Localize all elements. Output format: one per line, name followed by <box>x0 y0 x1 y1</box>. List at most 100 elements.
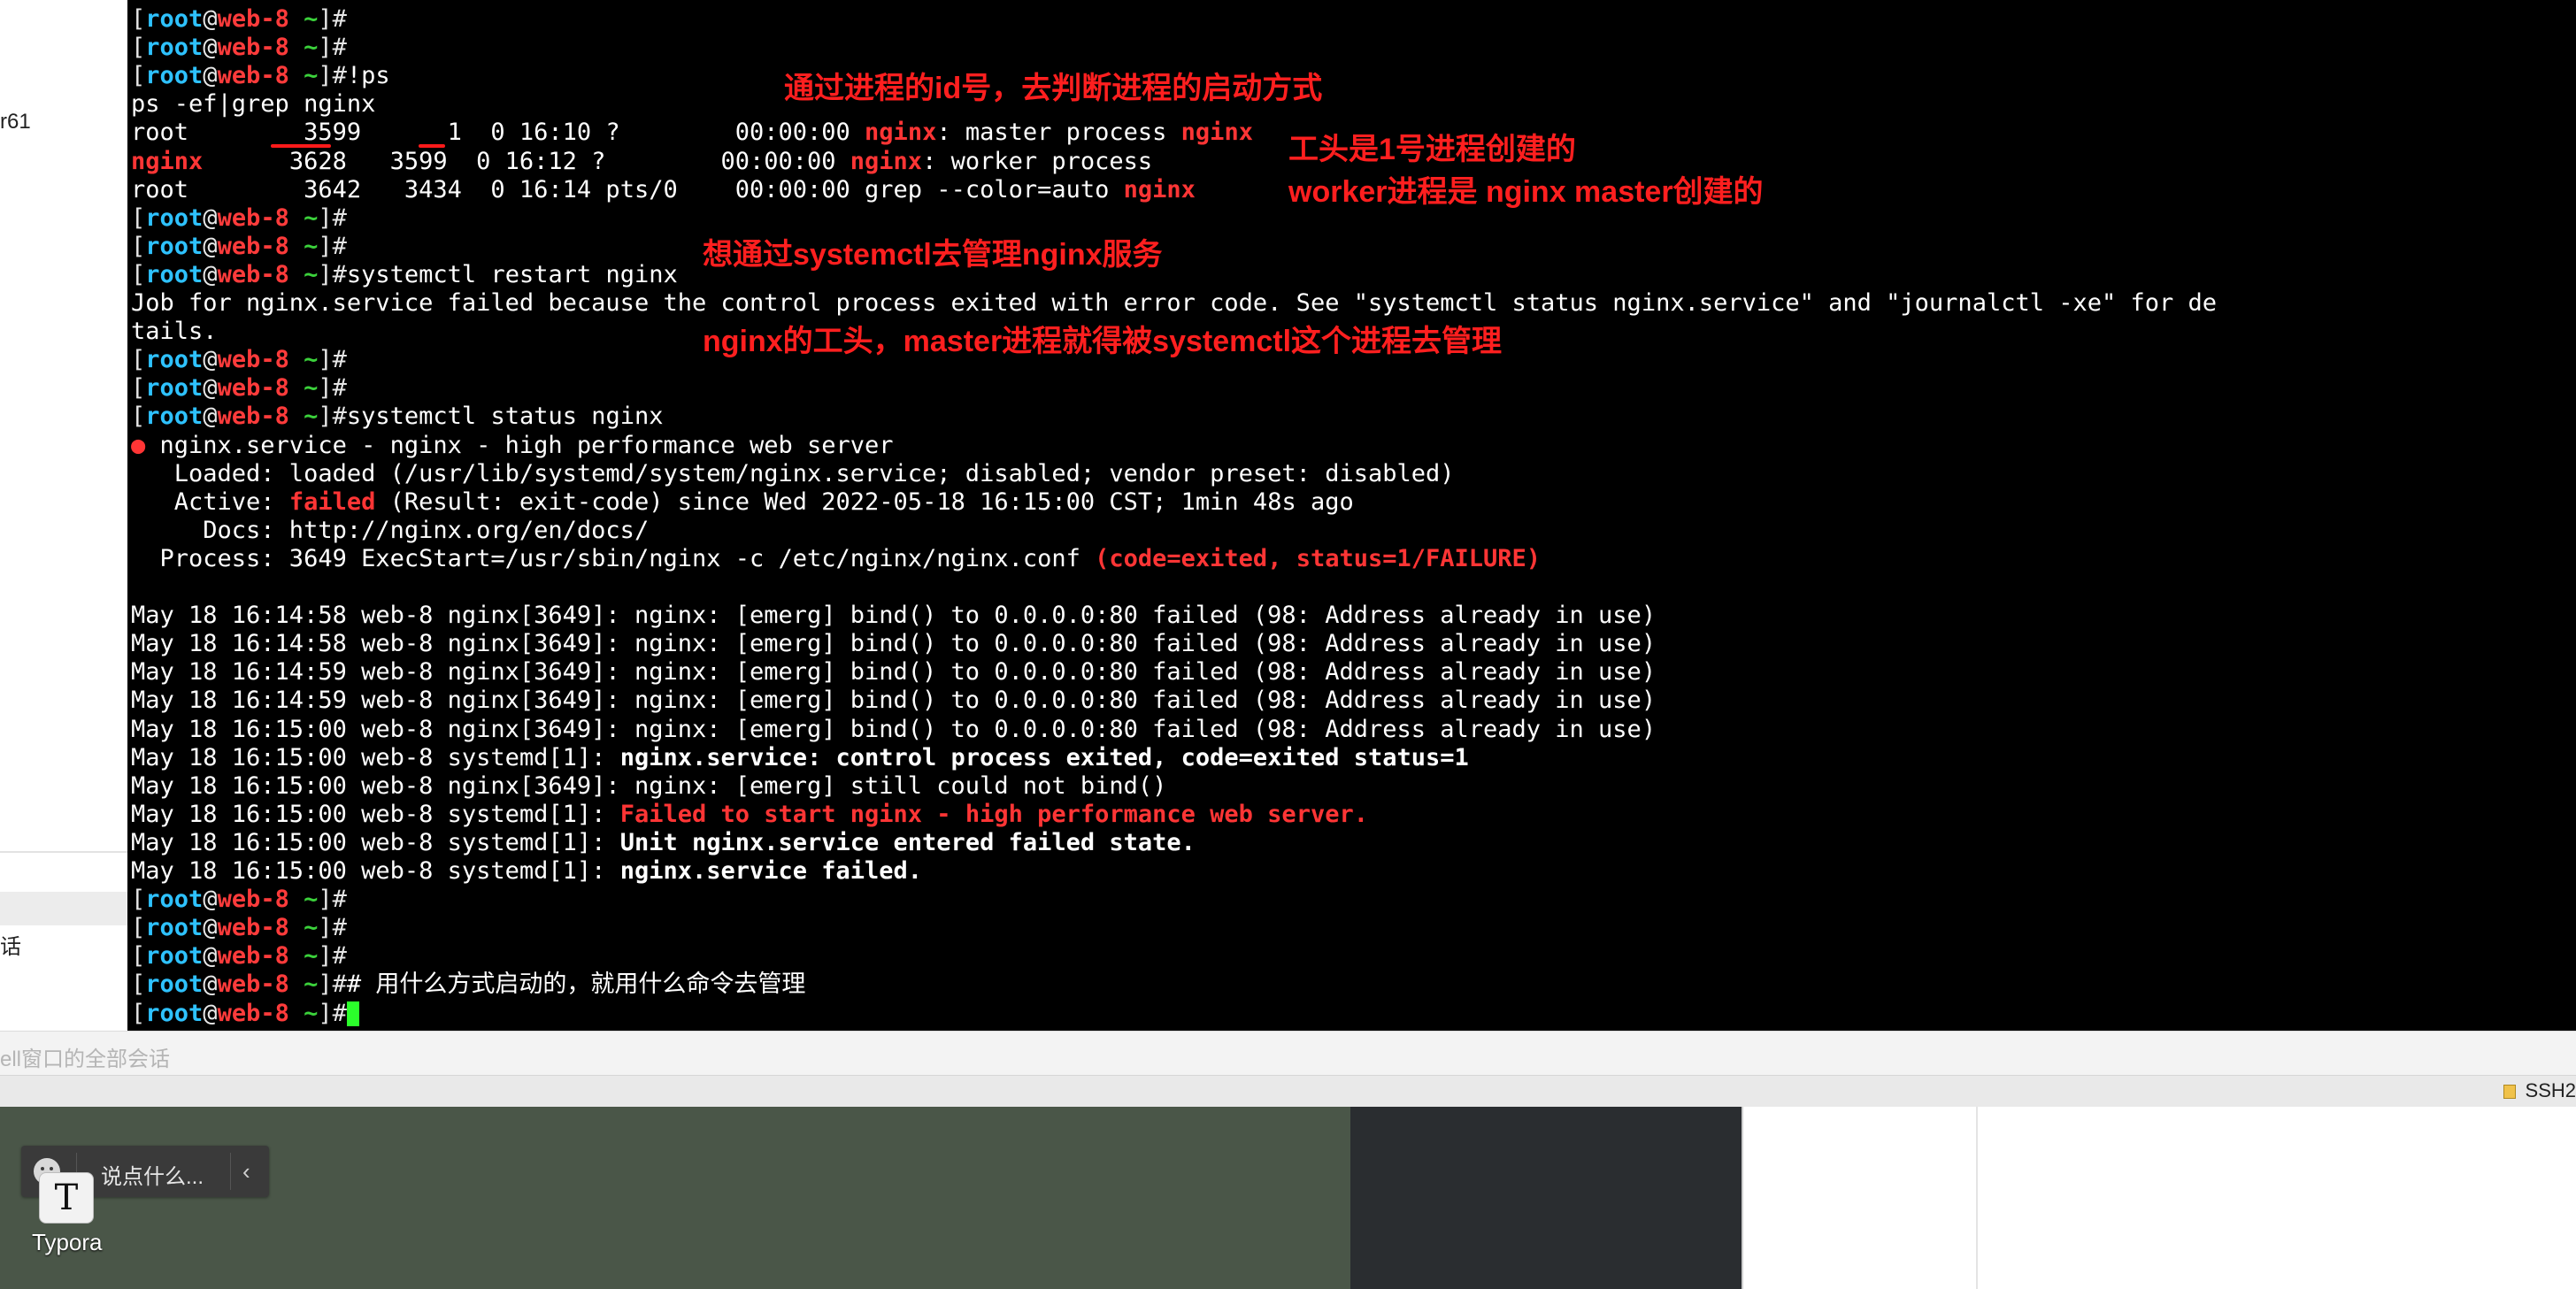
prompt-end: ]# <box>318 886 347 914</box>
prompt-line: [root@web-8 ~]# <box>131 914 347 942</box>
status-docs: Docs: http://nginx.org/en/docs/ <box>131 516 650 544</box>
terminal-cursor <box>346 1001 359 1026</box>
prompt-tilde: ~ <box>304 999 319 1027</box>
prompt-tilde: ~ <box>304 374 319 403</box>
status-loaded: Loaded: loaded (/usr/lib/systemd/system/… <box>131 459 1455 487</box>
sidebar-header-band <box>0 892 127 925</box>
prompt-host: web-8 <box>217 942 289 971</box>
prompt-tilde: ~ <box>304 34 319 62</box>
ps-output-row: nginx 3628 3599 0 16:12 ? 00:00:00 nginx… <box>131 148 1152 176</box>
journal-log-line: May 18 16:15:00 web-8 systemd[1]: nginx.… <box>131 744 1469 772</box>
prompt-end: ]# <box>318 203 347 232</box>
prompt-at: @ <box>203 62 218 90</box>
prompt-tilde: ~ <box>304 232 319 260</box>
log-highlight: nginx.service: control process exited, c… <box>619 743 1469 771</box>
prompt-line: [root@web-8 ~]# <box>131 942 347 971</box>
ps-output-row: root 3599 1 0 16:10 ? 00:00:00 nginx: ma… <box>131 119 1253 147</box>
prompt-end: ]# <box>318 374 347 403</box>
ps-cmd-match: nginx <box>1180 119 1253 147</box>
job-failed-text: tails. <box>131 318 218 346</box>
log-text: May 18 16:15:00 web-8 systemd[1]: <box>131 743 620 771</box>
sidebar-item-r61[interactable]: r61 <box>0 110 31 134</box>
prompt-bracket: [ <box>131 346 146 374</box>
prompt-end: ]# <box>318 914 347 942</box>
prompt-line: [root@web-8 ~]#systemctl status nginx <box>131 403 664 431</box>
prompt-bracket: [ <box>131 62 146 90</box>
underline-ppid-1 <box>419 144 445 148</box>
prompt-host: web-8 <box>217 5 289 33</box>
status-process: Process: 3649 ExecStart=/usr/sbin/nginx … <box>131 544 1096 572</box>
log-text: May 18 16:15:00 web-8 systemd[1]: <box>131 857 620 885</box>
prompt-tilde: ~ <box>304 5 319 33</box>
desktop-white-panel <box>1742 1107 1978 1289</box>
prompt-end: ]# <box>318 971 347 999</box>
log-text: May 18 16:14:59 web-8 nginx[3649]: nginx… <box>131 658 1657 687</box>
lock-icon <box>2503 1085 2516 1099</box>
ps-user: nginx <box>131 147 204 175</box>
prompt-tilde: ~ <box>304 403 319 431</box>
prompt-line: [root@web-8 ~]# <box>131 5 347 34</box>
prompt-end: ]# <box>318 34 347 62</box>
ps-cmd-name: nginx <box>850 147 923 175</box>
prompt-tilde: ~ <box>304 260 319 288</box>
status-bar: SSH2 <box>0 1075 2576 1108</box>
status-process-line: Process: 3649 ExecStart=/usr/sbin/nginx … <box>131 544 1542 573</box>
prompt-end: ]# <box>318 999 347 1027</box>
prompt-line: [root@web-8 ~]# <box>131 204 347 233</box>
log-text: May 18 16:15:00 web-8 nginx[3649]: nginx… <box>131 771 1167 800</box>
log-text: May 18 16:14:58 web-8 nginx[3649]: nginx… <box>131 602 1657 630</box>
log-text: May 18 16:15:00 web-8 systemd[1]: <box>131 800 620 828</box>
prompt-bracket: [ <box>131 5 146 33</box>
prompt-user: root <box>145 260 204 288</box>
ps-cmd-match: nginx <box>1123 175 1196 203</box>
command-text: !ps <box>346 62 390 90</box>
chevron-left-icon[interactable]: ‹ <box>242 1158 250 1185</box>
prompt-host: web-8 <box>217 914 289 942</box>
prompt-at: @ <box>203 999 218 1027</box>
send-to-all-sessions-bar[interactable]: ell窗口的全部会话 <box>0 1031 2576 1076</box>
journal-log-line: May 18 16:15:00 web-8 nginx[3649]: nginx… <box>131 716 1656 744</box>
prompt-at: @ <box>203 346 218 374</box>
status-dot-icon: ● <box>131 431 146 459</box>
error-line: tails. <box>131 318 218 346</box>
sidebar-item-hua[interactable]: 话 <box>0 929 21 960</box>
sidebar-divider <box>0 851 127 853</box>
typora-app-icon[interactable]: T <box>39 1172 94 1224</box>
annotation-systemctl-manage: 想通过systemctl去管理nginx服务 <box>703 238 1163 272</box>
log-highlight: Failed to start nginx - high performance… <box>619 800 1368 828</box>
prompt-host: web-8 <box>217 999 289 1027</box>
prompt-user: root <box>145 999 204 1027</box>
status-loaded-line: Loaded: loaded (/usr/lib/systemd/system/… <box>131 460 1455 488</box>
prompt-end: ]# <box>318 403 347 431</box>
job-failed-text: Job for nginx.service failed because the… <box>131 289 2218 317</box>
desktop-wallpaper <box>0 1107 1350 1289</box>
prompt-host: web-8 <box>217 374 289 403</box>
ps-cmd-desc: : master process <box>936 119 1181 147</box>
prompt-at: @ <box>203 203 218 232</box>
chat-input-placeholder[interactable]: 说点什么... <box>101 1159 204 1190</box>
command-text: # 用什么方式启动的，就用什么命令去管理 <box>346 971 806 999</box>
prompt-host: web-8 <box>217 62 289 90</box>
typora-app-label[interactable]: Typora <box>32 1229 103 1256</box>
prompt-line: [root@web-8 ~]# <box>131 374 347 403</box>
prompt-at: @ <box>203 942 218 971</box>
prompt-tilde: ~ <box>304 914 319 942</box>
status-process-code: (code=exited, status=1/FAILURE) <box>1095 544 1542 572</box>
prompt-at: @ <box>203 403 218 431</box>
prompt-line: [root@web-8 ~]# <box>131 233 347 261</box>
ps-columns: 3642 3434 0 16:14 pts/0 00:00:00 grep --… <box>188 175 1124 203</box>
prompt-tilde: ~ <box>304 942 319 971</box>
prompt-line: [root@web-8 ~]#systemctl restart nginx <box>131 261 678 289</box>
ps-user: root <box>131 119 189 147</box>
desktop-white-panel-2 <box>1976 1107 2576 1289</box>
log-text: May 18 16:14:59 web-8 nginx[3649]: nginx… <box>131 687 1657 715</box>
prompt-user: root <box>145 374 204 403</box>
